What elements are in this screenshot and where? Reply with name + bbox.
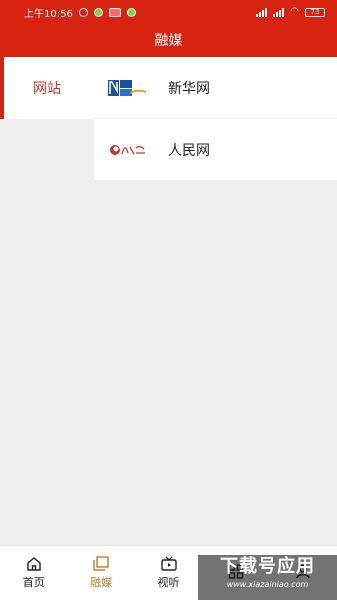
watermark-title: 下载号应用 [220, 556, 315, 577]
category-sidebar: 网站 [0, 57, 94, 545]
list-item-label: 新华网 [168, 80, 210, 97]
battery-icon: 73 [305, 7, 325, 17]
tab-label: 融媒 [90, 576, 113, 589]
alarm-icon [78, 7, 88, 17]
app-notification-icon [93, 7, 103, 17]
tab-video[interactable]: 视听 [135, 546, 202, 600]
signal-icon [256, 7, 268, 17]
sidebar-item-website[interactable]: 网站 [0, 57, 94, 119]
watermark-url: www.xiazainiao.com [226, 580, 309, 589]
sidebar-item-label: 网站 [33, 81, 61, 97]
home-icon [27, 557, 41, 571]
xinhua-logo [106, 77, 150, 99]
tab-label: 视听 [157, 576, 180, 589]
tab-home[interactable]: 首页 [0, 546, 67, 600]
app-notification-icon [126, 7, 136, 17]
page-title: 融媒 [154, 33, 183, 49]
tab-label: 首页 [22, 576, 45, 589]
watermark: 下载号应用 www.xiazainiao.com [198, 555, 337, 600]
top-bar: 上午10:56 ◠ 73 融媒 [0, 0, 337, 57]
media-icon [93, 556, 109, 571]
list-item-xinhua[interactable]: 新华网 [94, 57, 337, 119]
wifi-icon: ◠ [290, 6, 299, 17]
status-bar: 上午10:56 ◠ 73 [0, 0, 337, 24]
app-notification-icon [108, 7, 121, 17]
status-time: 上午10:56 [24, 8, 73, 20]
tv-icon [160, 556, 177, 571]
site-list: 新华网 人民网 [94, 57, 337, 181]
renmin-logo [106, 139, 150, 161]
signal-icon [273, 7, 285, 17]
list-item-label: 人民网 [168, 142, 210, 159]
tab-media[interactable]: 融媒 [67, 546, 134, 600]
list-item-renmin[interactable]: 人民网 [94, 119, 337, 181]
